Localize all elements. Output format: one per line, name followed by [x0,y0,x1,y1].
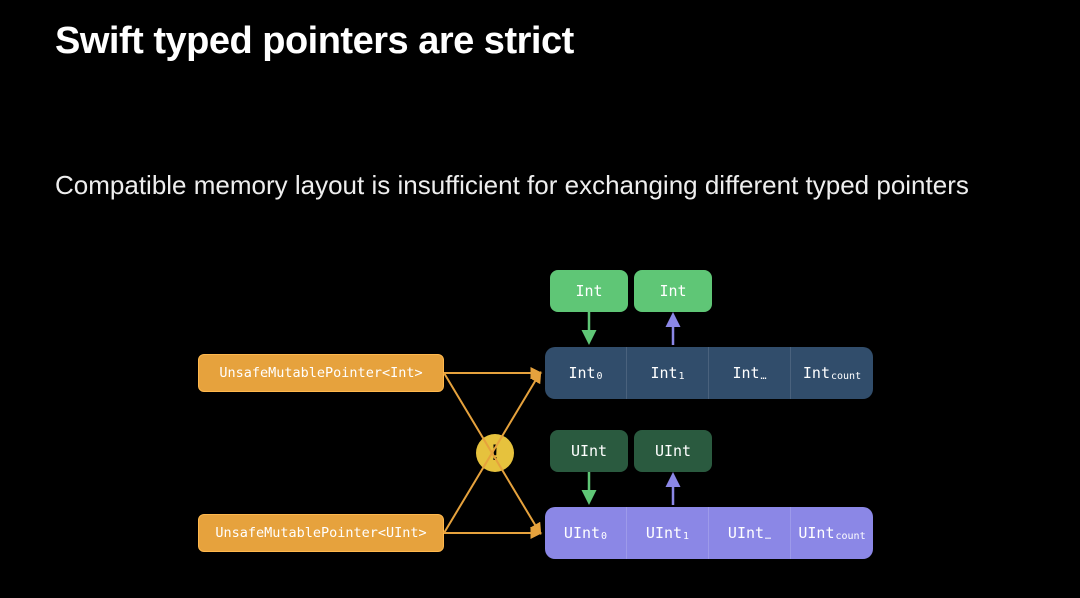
uint-cell-count: UIntcount [791,507,873,559]
warning-icon: ! [476,434,514,472]
uint-pointer-box: UnsafeMutablePointer<UInt> [198,514,444,552]
uint-cell-1: UInt1 [627,507,709,559]
uint-cell-dots: UInt… [709,507,791,559]
slide-subtitle: Compatible memory layout is insufficient… [55,170,969,201]
int-cell-count: Intcount [791,347,873,399]
slide-title: Swift typed pointers are strict [55,20,574,63]
float-uint-a-label: UInt [571,442,607,460]
int-buffer: Int0 Int1 Int… Intcount [545,347,873,399]
float-uint-b-label: UInt [655,442,691,460]
uint-cell-0: UInt0 [545,507,627,559]
float-int-a: Int [550,270,628,312]
float-uint-a: UInt [550,430,628,472]
uint-pointer-label: UnsafeMutablePointer<UInt> [215,525,426,541]
uint-buffer: UInt0 UInt1 UInt… UIntcount [545,507,873,559]
int-cell-1: Int1 [627,347,709,399]
arrow-layer [0,260,1080,598]
float-uint-b: UInt [634,430,712,472]
int-pointer-box: UnsafeMutablePointer<Int> [198,354,444,392]
float-int-a-label: Int [575,282,602,300]
int-cell-dots: Int… [709,347,791,399]
diagram-area: UnsafeMutablePointer<Int> UnsafeMutableP… [0,260,1080,598]
float-int-b: Int [634,270,712,312]
float-int-b-label: Int [659,282,686,300]
int-cell-0: Int0 [545,347,627,399]
warning-symbol: ! [491,440,498,466]
int-pointer-label: UnsafeMutablePointer<Int> [219,365,422,381]
